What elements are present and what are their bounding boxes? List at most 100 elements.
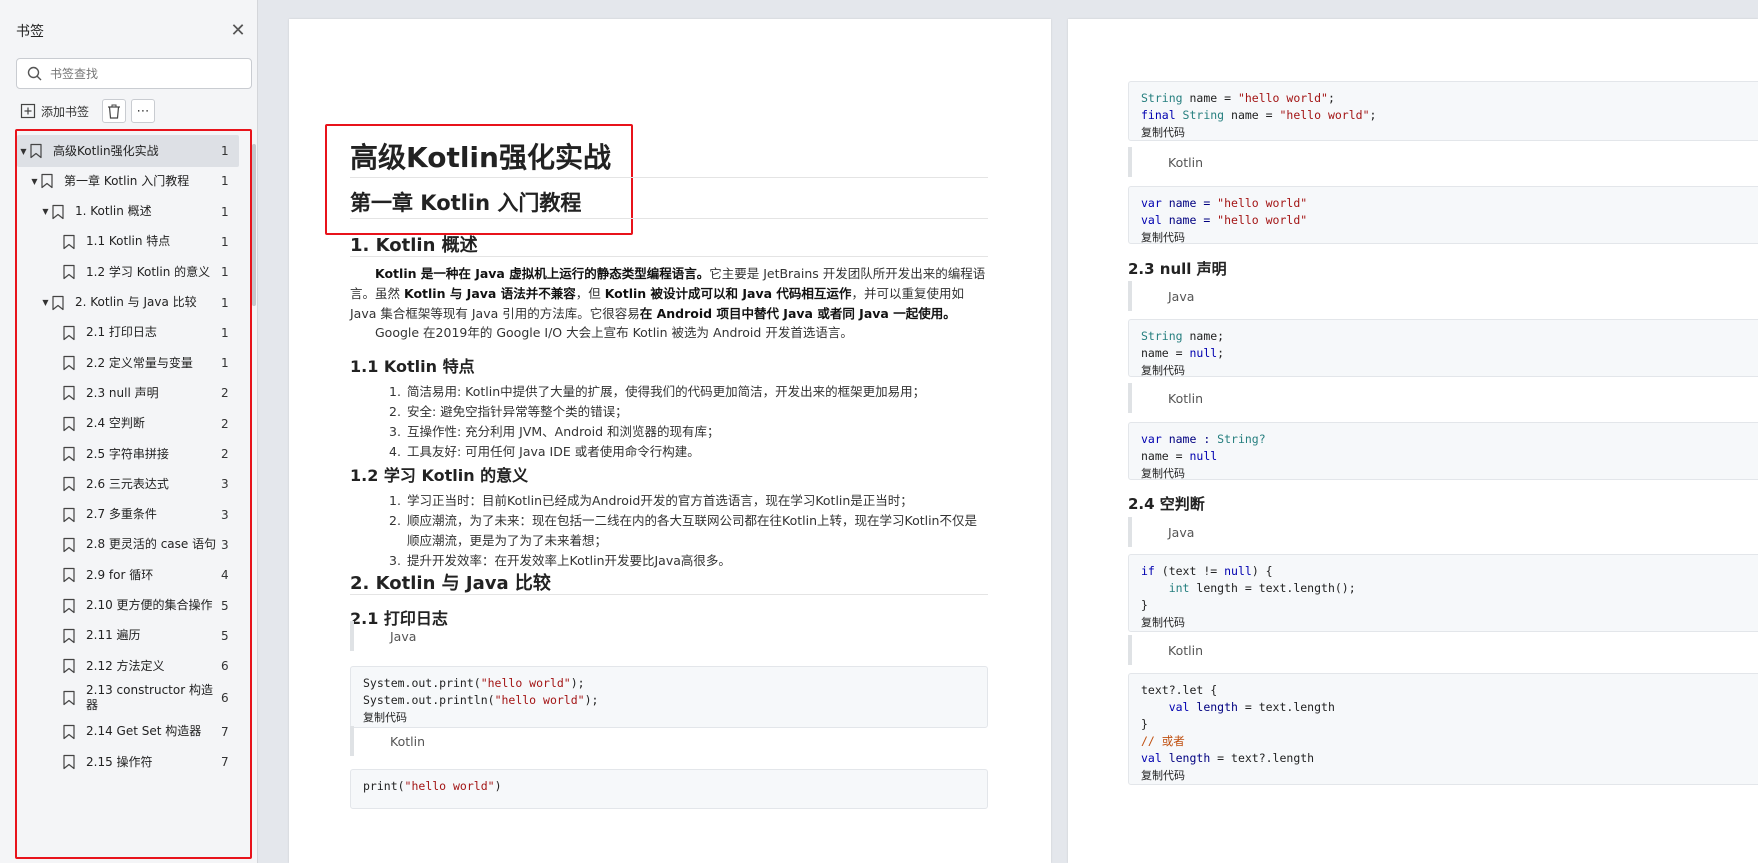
code-block-java-log: System.out.print("hello world"); System.… <box>350 666 988 728</box>
bookmark-item-label: 2.2 定义常量与变量 <box>86 355 193 370</box>
bookmark-item-label: 2.12 方法定义 <box>86 658 165 673</box>
bookmark-icon <box>51 295 65 311</box>
list-item: 1. 学习正当时：目前Kotlin已经成为Android开发的官方首选语言，现在学… <box>389 493 913 508</box>
bookmark-item-page: 3 <box>221 537 229 552</box>
section-heading-1: 1. Kotlin 概述 <box>350 235 478 256</box>
sidebar-scrollbar[interactable] <box>252 144 256 306</box>
copy-code-button[interactable]: 复制代码 <box>1141 364 1185 377</box>
trash-icon <box>108 104 121 119</box>
bookmark-item[interactable]: 2.10 更方便的集合操作 5 <box>17 590 239 622</box>
copy-code-button[interactable]: 复制代码 <box>1141 231 1185 244</box>
bookmark-icon <box>62 355 76 371</box>
copy-code-button[interactable]: 复制代码 <box>1141 769 1185 782</box>
search-icon <box>27 66 42 81</box>
language-label-java: Java <box>350 621 988 651</box>
bookmark-item[interactable]: 2.2 定义常量与变量 1 <box>17 347 239 379</box>
document-page-1: 高级Kotlin强化实战 第一章 Kotlin 入门教程 1. Kotlin 概… <box>289 19 1051 863</box>
expand-arrow-icon[interactable]: ▼ <box>29 177 40 186</box>
google-paragraph: Google 在2019年的 Google I/O 大会上宣布 Kotlin 被… <box>375 325 853 340</box>
bookmark-item-page: 6 <box>221 691 229 706</box>
bookmark-item-label: 2. Kotlin 与 Java 比较 <box>75 295 197 309</box>
expand-arrow-icon[interactable]: ▼ <box>18 147 29 156</box>
document-title: 高级Kotlin强化实战 <box>350 141 611 174</box>
bookmark-icon <box>51 204 65 220</box>
bookmark-item[interactable]: 2.11 遍历 5 <box>17 620 239 652</box>
bookmark-item-page: 1 <box>221 295 229 310</box>
list-item: 2. 顺应潮流，为了未来：现在包括一二线在内的各大互联网公司都在往Kotlin上转… <box>389 513 977 548</box>
copy-code-button[interactable]: 复制代码 <box>1141 467 1185 480</box>
bookmark-item-label: 2.10 更方便的集合操作 <box>86 598 213 612</box>
bookmark-icon <box>62 476 76 492</box>
bookmark-item-page: 1 <box>221 144 229 158</box>
bookmark-item[interactable]: ▼ 第一章 Kotlin 入门教程 1 <box>17 165 239 197</box>
bookmark-item[interactable]: 1.2 学习 Kotlin 的意义 1 <box>17 256 239 288</box>
intro-bold-4: 在 Android 项目中替代 Java 或者同 Java 一起使用。 <box>639 306 956 321</box>
language-label-java: Java <box>1128 281 1758 311</box>
divider <box>350 177 988 178</box>
bookmark-item[interactable]: 2.7 多重条件 3 <box>17 499 239 531</box>
bookmark-search-box[interactable] <box>16 58 252 89</box>
bookmark-item-label: 2.4 空判断 <box>86 416 145 431</box>
intro-text-2: ，但 <box>575 286 605 301</box>
bookmark-icon <box>62 537 76 553</box>
bookmark-item-label: 2.5 字符串拼接 <box>86 446 169 461</box>
bookmark-item[interactable]: 2.1 打印日志 1 <box>17 317 239 349</box>
bookmark-item-label: 2.8 更灵活的 case 语句 <box>86 537 217 552</box>
bookmark-item-label: 1.1 Kotlin 特点 <box>86 234 171 249</box>
bookmark-item-label: 1. Kotlin 概述 <box>75 204 152 219</box>
language-label-kotlin: Kotlin <box>1128 635 1758 665</box>
bookmark-item-label: 第一章 Kotlin 入门教程 <box>64 173 190 188</box>
code-block-java-const: String name = "hello world"; final Strin… <box>1128 81 1758 141</box>
bookmark-item[interactable]: 2.14 Get Set 构造器 7 <box>17 716 239 748</box>
bookmark-item-page: 2 <box>221 447 229 461</box>
bookmark-item-page: 6 <box>221 659 229 674</box>
code-block-java-null: String name; name = null; 复制代码 <box>1128 319 1758 377</box>
code-block-kotlin-log: print("hello world") <box>350 769 988 809</box>
bookmark-icon <box>62 264 76 280</box>
bookmark-item-label: 1.2 学习 Kotlin 的意义 <box>86 264 211 279</box>
bookmark-item[interactable]: 2.4 空判断 2 <box>17 408 239 440</box>
bookmark-item-label: 2.14 Get Set 构造器 <box>86 724 202 739</box>
bookmark-item[interactable]: 2.13 constructor 构造器 6 <box>17 680 239 716</box>
meaning-list: 1. 学习正当时：目前Kotlin已经成为Android开发的官方首选语言，现在学… <box>389 491 989 571</box>
features-list: 1. 简洁易用: Kotlin中提供了大量的扩展，使得我们的代码更加简洁，开发出来… <box>389 382 989 462</box>
bookmark-item-label: 2.7 多重条件 <box>86 507 157 522</box>
section-heading-2-4: 2.4 空判断 <box>1128 495 1205 513</box>
copy-code-button[interactable]: 复制代码 <box>363 711 407 724</box>
section-heading-2-3: 2.3 null 声明 <box>1128 260 1227 278</box>
bookmark-item-page: 2 <box>221 416 229 431</box>
bookmark-item[interactable]: 2.9 for 循环 4 <box>17 559 239 591</box>
bookmark-search-input[interactable] <box>50 66 230 81</box>
bookmark-item-page: 3 <box>221 507 229 522</box>
intro-paragraph: Kotlin 是一种在 Java 虚拟机上运行的静态类型编程语言。它主要是 Je… <box>350 264 988 324</box>
bookmark-item-page: 5 <box>221 628 229 643</box>
bookmark-item[interactable]: 2.8 更灵活的 case 语句 3 <box>17 529 239 561</box>
bookmark-item-page: 1 <box>221 265 229 280</box>
bookmark-item-page: 4 <box>221 568 229 583</box>
language-label-kotlin: Kotlin <box>1128 147 1758 177</box>
copy-code-button[interactable]: 复制代码 <box>1141 616 1185 629</box>
bookmark-item[interactable]: 2.5 字符串拼接 2 <box>17 438 239 470</box>
copy-code-button[interactable]: 复制代码 <box>1141 126 1185 139</box>
bookmark-item-page: 3 <box>221 477 229 492</box>
close-icon[interactable]: ✕ <box>228 21 248 41</box>
bookmark-item[interactable]: ▼ 2. Kotlin 与 Java 比较 1 <box>17 287 239 319</box>
expand-arrow-icon[interactable]: ▼ <box>40 207 51 216</box>
add-bookmark-button[interactable]: 添加书签 <box>16 99 93 123</box>
bookmark-item[interactable]: 2.3 null 声明 2 <box>17 377 239 409</box>
bookmark-item[interactable]: 2.6 三元表达式 3 <box>17 468 239 500</box>
add-bookmark-label: 添加书签 <box>41 104 90 119</box>
more-options-button[interactable]: ⋯ <box>131 99 156 123</box>
bookmark-item[interactable]: ▼ 1. Kotlin 概述 1 <box>17 196 239 228</box>
list-item: 3. 互操作性: 充分利用 JVM、Android 和浏览器的现有库； <box>389 424 720 439</box>
bookmark-icon <box>62 507 76 523</box>
bookmark-item[interactable]: 2.15 操作符 7 <box>17 746 239 778</box>
bookmark-icon <box>62 598 76 614</box>
divider <box>350 594 988 595</box>
bookmark-item[interactable]: 2.12 方法定义 6 <box>17 650 239 682</box>
delete-bookmark-button[interactable] <box>102 99 127 123</box>
expand-arrow-icon[interactable]: ▼ <box>40 298 51 307</box>
bookmark-item[interactable]: 1.1 Kotlin 特点 1 <box>17 226 239 258</box>
bookmark-item[interactable]: ▼ 高级Kotlin强化实战 1 <box>17 135 239 167</box>
bookmark-icon <box>40 173 54 189</box>
